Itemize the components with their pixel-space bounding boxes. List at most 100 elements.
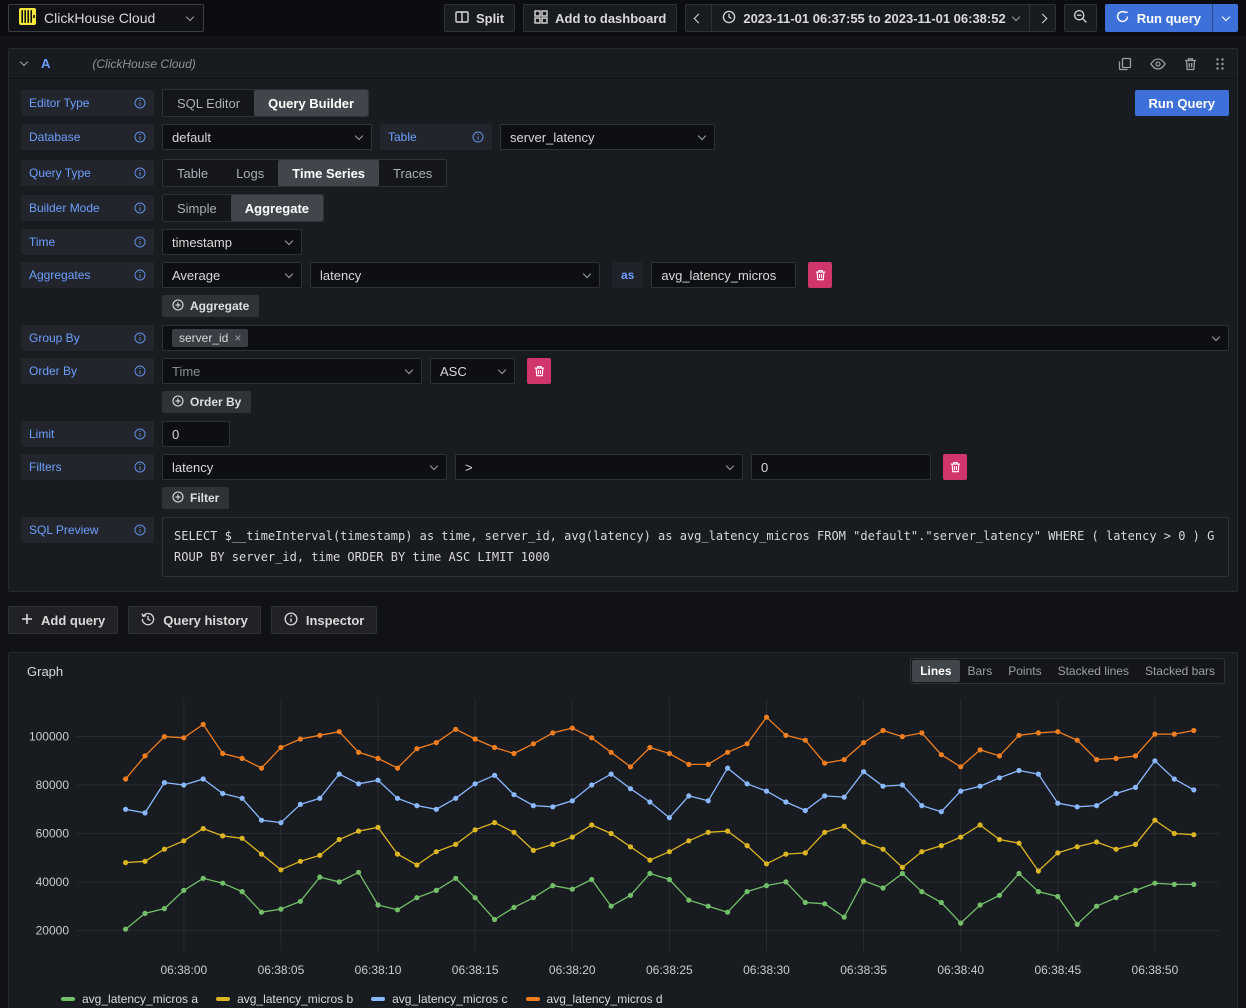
add-order-by-button[interactable]: Order By [162,391,251,413]
editor-type-tabs: SQL Editor Query Builder [162,89,369,117]
info-icon[interactable] [134,97,146,109]
info-icon[interactable] [134,236,146,248]
database-select[interactable]: default [162,124,372,150]
time-picker-group: 2023-11-01 06:37:55 to 2023-11-01 06:38:… [685,4,1055,32]
add-to-dashboard-button[interactable]: Add to dashboard [523,4,677,32]
order-by-field-select[interactable]: Time [162,358,422,384]
legend-item[interactable]: avg_latency_micros c [371,992,507,1006]
svg-text:06:38:45: 06:38:45 [1034,963,1081,977]
order-by-direction-select[interactable]: ASC [430,358,515,384]
group-by-tag: server_id × [172,329,248,347]
zoom-out-button[interactable] [1064,4,1097,32]
legend-swatch [526,997,540,1001]
remove-query-button[interactable] [1184,57,1197,71]
time-column-select[interactable]: timestamp [162,229,302,255]
legend-item[interactable]: avg_latency_micros a [61,992,198,1006]
svg-text:06:38:35: 06:38:35 [840,963,887,977]
drag-handle-icon[interactable] [1215,57,1225,71]
graph-panel: Graph Lines Bars Points Stacked lines St… [8,652,1238,1008]
query-header: A (ClickHouse Cloud) [9,49,1237,79]
tab-query-builder[interactable]: Query Builder [254,90,368,116]
aggregate-function-select[interactable]: Average [162,262,302,288]
add-aggregate-button[interactable]: Aggregate [162,295,259,317]
sql-preview-label: SQL Preview [21,517,154,543]
query-type-label: Query Type [21,160,154,186]
zoom-out-icon [1073,9,1088,27]
info-icon[interactable] [134,202,146,214]
info-icon[interactable] [134,269,146,281]
mode-points[interactable]: Points [1000,660,1049,682]
legend-label: avg_latency_micros a [82,992,198,1006]
order-by-label: Order By [21,358,154,384]
tab-time-series[interactable]: Time Series [278,160,379,186]
remove-tag-icon[interactable]: × [234,331,241,345]
database-label: Database [21,124,154,150]
remove-filter-button[interactable] [943,454,967,480]
svg-text:06:38:10: 06:38:10 [355,963,402,977]
chevron-down-icon [1011,12,1019,20]
plus-circle-icon [172,299,184,314]
limit-label: Limit [21,421,154,447]
info-icon[interactable] [134,428,146,440]
mode-bars[interactable]: Bars [960,660,1001,682]
table-select[interactable]: server_latency [500,124,715,150]
mode-stacked-lines[interactable]: Stacked lines [1050,660,1137,682]
split-button[interactable]: Split [444,4,515,32]
split-icon [455,10,469,27]
run-query-label: Run query [1137,11,1201,26]
history-icon [141,612,155,629]
inspector-button[interactable]: Inspector [271,606,378,634]
mode-stacked-bars[interactable]: Stacked bars [1137,660,1223,682]
info-icon[interactable] [134,365,146,377]
filter-value-input[interactable] [751,454,931,480]
tab-simple[interactable]: Simple [163,195,231,221]
remove-order-by-button[interactable] [527,358,551,384]
tab-table[interactable]: Table [163,160,222,186]
info-icon[interactable] [134,131,146,143]
mode-lines[interactable]: Lines [912,660,959,682]
info-icon[interactable] [472,131,484,143]
svg-text:80000: 80000 [36,778,70,792]
run-query-button[interactable]: Run query [1105,4,1212,32]
tab-traces[interactable]: Traces [379,160,446,186]
tab-aggregate[interactable]: Aggregate [231,195,323,221]
svg-text:40000: 40000 [36,875,70,889]
svg-text:20000: 20000 [36,923,70,937]
tab-logs[interactable]: Logs [222,160,278,186]
tab-sql-editor[interactable]: SQL Editor [163,90,254,116]
info-icon[interactable] [134,167,146,179]
aggregate-column-select[interactable]: latency [310,262,600,288]
duplicate-query-button[interactable] [1118,57,1132,71]
query-actions: Add query Query history Inspector [8,606,1238,634]
panel-run-query-button[interactable]: Run Query [1135,90,1229,116]
collapse-chevron-icon[interactable] [20,58,28,66]
filter-operator-select[interactable]: > [455,454,743,480]
query-type-tabs: Table Logs Time Series Traces [162,159,447,187]
legend-item[interactable]: avg_latency_micros d [526,992,663,1006]
hide-query-button[interactable] [1150,57,1166,71]
limit-input[interactable] [162,421,230,447]
info-icon[interactable] [134,461,146,473]
svg-text:06:38:15: 06:38:15 [452,963,499,977]
filters-label: Filters [21,454,154,480]
add-query-button[interactable]: Add query [8,606,118,634]
group-by-select[interactable]: server_id × [162,325,1229,351]
datasource-picker[interactable]: ClickHouse Cloud [8,4,204,32]
legend-item[interactable]: avg_latency_micros b [216,992,353,1006]
remove-aggregate-button[interactable] [808,262,832,288]
time-range-button[interactable]: 2023-11-01 06:37:55 to 2023-11-01 06:38:… [711,4,1028,32]
time-shift-back-button[interactable] [685,4,711,32]
clickhouse-logo-icon [19,8,36,28]
info-icon[interactable] [134,332,146,344]
filter-field-select[interactable]: latency [162,454,447,480]
svg-text:60000: 60000 [36,826,70,840]
aggregate-alias-input[interactable] [651,262,796,288]
time-shift-forward-button[interactable] [1029,4,1056,32]
add-filter-button[interactable]: Filter [162,487,229,509]
editor-type-label: Editor Type [21,90,154,116]
chart-legend: avg_latency_micros a avg_latency_micros b… [61,992,1225,1006]
info-icon[interactable] [134,524,146,536]
run-query-dropdown-button[interactable] [1212,4,1238,32]
query-history-button[interactable]: Query history [128,606,261,634]
info-circle-icon [284,612,298,629]
